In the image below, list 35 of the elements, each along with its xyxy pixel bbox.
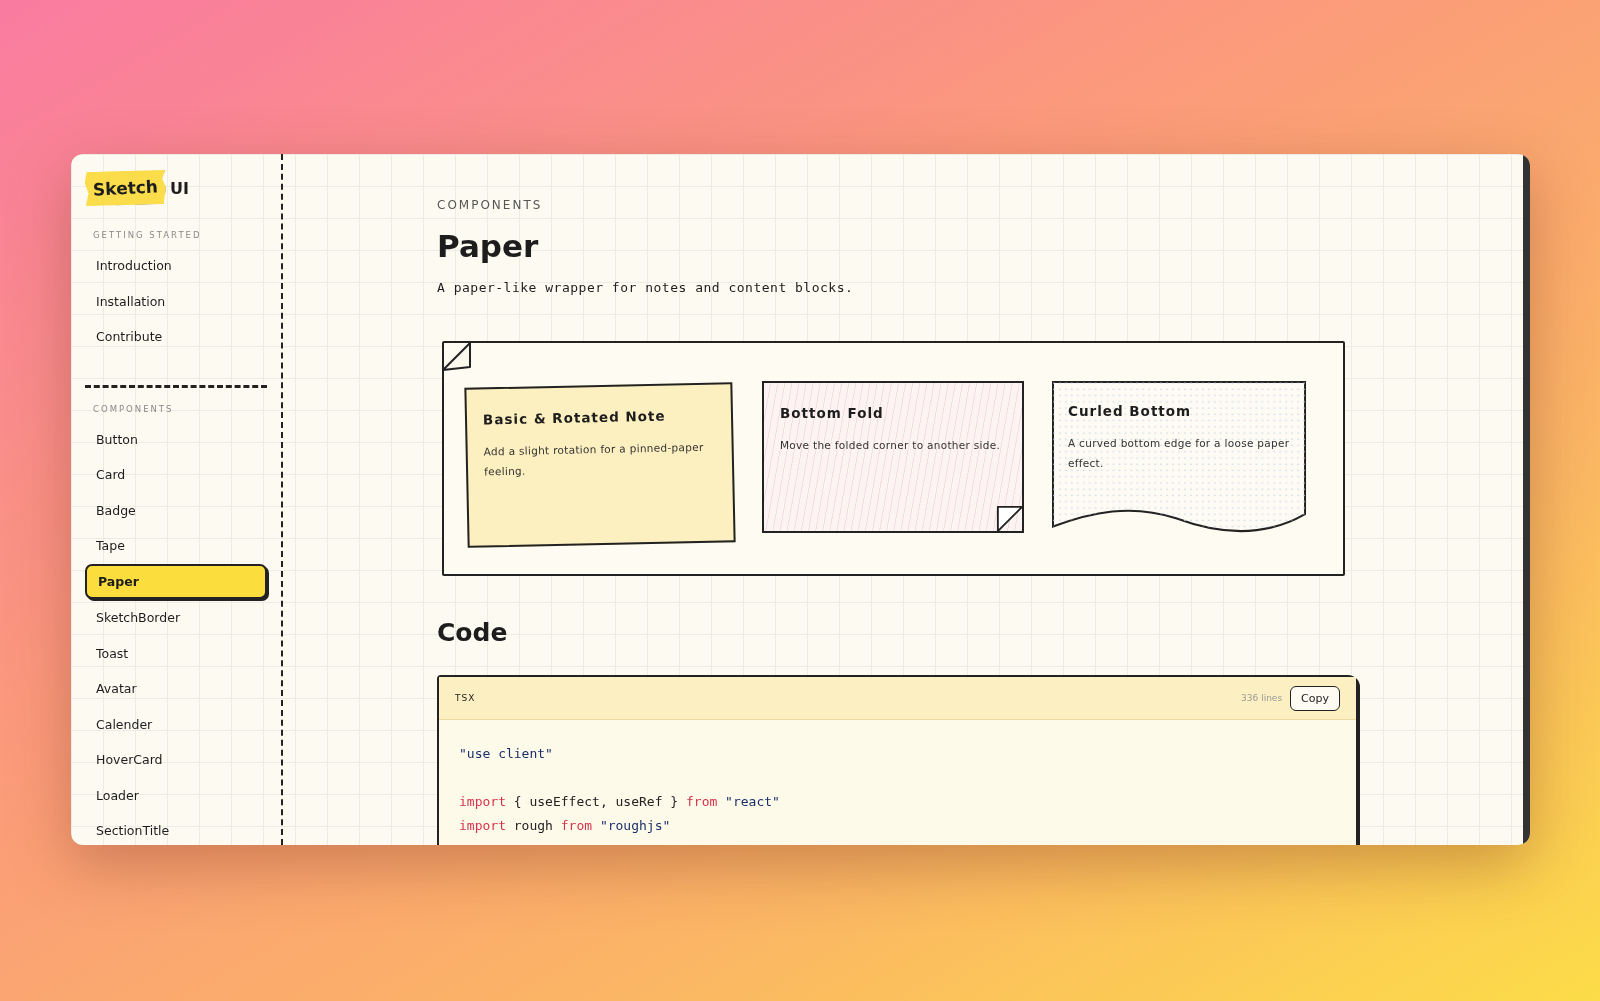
code-line: import { useEffect, useRef } from "react" [459, 793, 781, 811]
sidebar-item[interactable]: Paper [85, 564, 267, 600]
sidebar-item[interactable]: Card [85, 457, 267, 493]
sidebar-item[interactable]: Loader [85, 777, 267, 813]
language-label: TSX [455, 693, 476, 703]
code-line: import rough from "roughjs" [459, 817, 672, 835]
line-count: 336 lines [1241, 693, 1283, 703]
section-label: COMPONENTS [93, 403, 175, 414]
sidebar-item[interactable]: Button [85, 421, 267, 457]
sidebar-item[interactable]: Avatar [85, 671, 267, 707]
page-description: A paper-like wrapper for notes and content blocks. [437, 280, 855, 295]
section-title: Code [437, 618, 509, 647]
card-text: Add a slight rotation for a pinned-paper feeling. [483, 439, 705, 480]
card-title: Bottom Fold [780, 405, 885, 421]
card-title: Curled Bottom [1068, 403, 1193, 419]
copy-button[interactable]: Copy [1290, 685, 1340, 711]
sidebar-item[interactable]: Calender [85, 706, 267, 742]
card-text: A curved bottom edge for a loose paper effect. [1068, 436, 1291, 471]
card-title: Basic & Rotated Note [482, 406, 667, 428]
sidebar-item[interactable]: Installation [85, 283, 267, 319]
logo-text[interactable]: UI [169, 178, 189, 198]
sidebar-item[interactable]: Introduction [85, 248, 267, 284]
sidebar-item[interactable]: SketchBorder [85, 600, 267, 636]
breadcrumb: COMPONENTS [437, 198, 544, 212]
code-line: "use client" [459, 745, 554, 763]
sidebar-item[interactable]: HoverCard [85, 742, 267, 778]
sidebar-item[interactable]: Tape [85, 528, 267, 564]
sidebar-item[interactable]: Toast [85, 635, 267, 671]
sidebar-item[interactable]: SectionTitle [85, 813, 267, 845]
sidebar-item[interactable]: Badge [85, 492, 267, 528]
sidebar-item[interactable]: Contribute [85, 319, 267, 355]
page-title: Paper [437, 228, 540, 264]
section-label: GETTING STARTED [93, 230, 203, 240]
scrollbar[interactable] [1523, 154, 1530, 845]
card-text: Move the folded corner to another side. [780, 438, 1002, 453]
